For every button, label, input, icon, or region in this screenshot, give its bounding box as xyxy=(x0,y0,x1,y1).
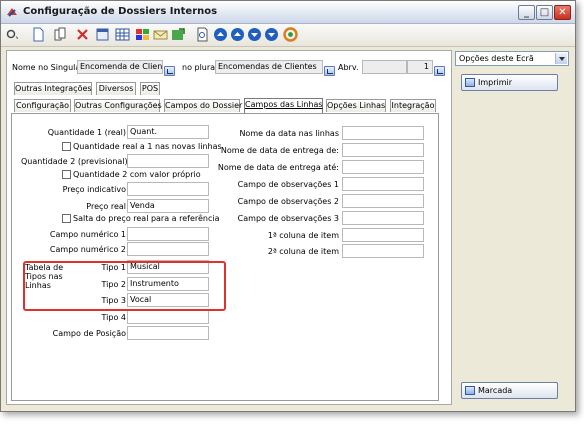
nav-first-icon[interactable] xyxy=(213,27,228,42)
print-preview-icon[interactable] xyxy=(195,27,210,42)
tipo4-field[interactable] xyxy=(127,310,209,324)
right-label-1: Nome da data nas linhas xyxy=(239,129,339,138)
right-label-3: Nome de data de entrega até: xyxy=(217,163,339,172)
abrv-label: Abrv. xyxy=(338,63,359,72)
campo-numerico-1-field[interactable] xyxy=(127,227,209,241)
plural-field[interactable]: Encomendas de Clientes xyxy=(215,60,323,74)
marcada-button[interactable]: Marcada xyxy=(461,382,558,399)
tab-outras-integracoes[interactable]: Outras Integrações xyxy=(14,82,92,95)
right-field-7[interactable] xyxy=(342,228,424,242)
tab-campos-dossier[interactable]: Campos do Dossier xyxy=(164,99,242,112)
minimize-icon: _ xyxy=(524,7,529,18)
options-select[interactable]: Opções deste Ecrã xyxy=(455,51,569,66)
qtd2-checkbox[interactable] xyxy=(62,170,71,179)
campo-numerico-2-field[interactable] xyxy=(127,242,209,256)
nav-prev-icon[interactable] xyxy=(230,27,245,42)
plural-label: no plural xyxy=(182,63,218,72)
posicao-label: Campo de Posição xyxy=(52,329,126,338)
new-doc-icon[interactable] xyxy=(31,27,46,42)
highlight-box xyxy=(23,261,226,311)
refresh-icon[interactable] xyxy=(283,27,298,42)
number-lookup-button[interactable] xyxy=(434,66,445,76)
properties-icon[interactable] xyxy=(95,27,110,42)
qtd1-field[interactable]: Quant. xyxy=(127,125,209,139)
preco-real-label: Preço real xyxy=(86,202,126,211)
right-field-2[interactable] xyxy=(342,143,424,157)
preco-real-field[interactable]: Venda xyxy=(127,199,209,213)
window-title: Configuração de Dossiers Internos xyxy=(23,6,218,17)
preco-indicativo-label: Preço indicativo xyxy=(62,185,126,194)
right-field-4[interactable] xyxy=(342,177,424,191)
right-field-6[interactable] xyxy=(342,211,424,225)
window: Configuração de Dossiers Internos _ □ ✕ … xyxy=(0,0,576,412)
abrv-field[interactable] xyxy=(362,60,407,74)
right-field-8[interactable] xyxy=(342,244,424,258)
tab-opcoes-linhas[interactable]: Opções Linhas xyxy=(326,99,386,112)
campo-numerico-1-label: Campo numérico 1 xyxy=(49,230,126,239)
print-icon xyxy=(465,78,475,87)
number-field[interactable]: 1 xyxy=(407,60,433,74)
right-label-6: Campo de observações 3 xyxy=(237,214,339,223)
preco-indicativo-field[interactable] xyxy=(127,182,209,196)
right-label-5: Campo de observações 2 xyxy=(237,197,339,206)
tools-icon[interactable] xyxy=(5,27,20,42)
right-label-8: 2ª coluna de item xyxy=(267,247,339,256)
right-label-4: Campo de observações 1 xyxy=(237,180,339,189)
salta-checkbox-label: Salta do preço real para a referência xyxy=(73,214,220,223)
right-label-2: Nome de data de entrega de: xyxy=(220,146,339,155)
plural-lookup-button[interactable] xyxy=(324,66,335,76)
qtd-real-checkbox[interactable] xyxy=(62,142,71,151)
posicao-field[interactable] xyxy=(127,326,209,340)
options-select-value: Opções deste Ecrã xyxy=(459,54,534,63)
chevron-down-icon[interactable] xyxy=(555,53,567,64)
nav-next-icon[interactable] xyxy=(247,27,262,42)
qtd-real-checkbox-label: Quantidade real a 1 nas novas linhas xyxy=(73,142,222,151)
colors-icon[interactable] xyxy=(135,27,150,42)
nav-last-icon[interactable] xyxy=(264,27,279,42)
right-field-5[interactable] xyxy=(342,194,424,208)
print-button-label: Imprimir xyxy=(478,78,513,87)
export-icon[interactable] xyxy=(171,27,186,42)
minimize-button[interactable]: _ xyxy=(518,5,535,20)
singular-field[interactable]: Encomenda de Cliente xyxy=(77,60,163,74)
qtd2-label: Quantidade 2 (previsional) xyxy=(21,157,128,166)
qtd1-label: Quantidade 1 (real) xyxy=(47,128,126,137)
singular-lookup-button[interactable] xyxy=(164,66,175,76)
qtd2-field[interactable] xyxy=(127,154,209,168)
close-button[interactable]: ✕ xyxy=(554,5,571,20)
campo-numerico-2-label: Campo numérico 2 xyxy=(49,245,126,254)
singular-label: Nome no Singular xyxy=(12,63,84,72)
tab-integracao[interactable]: Integração xyxy=(390,99,436,112)
toolbar xyxy=(1,24,575,47)
maximize-button[interactable]: □ xyxy=(536,5,553,20)
tab-outras-configuracoes[interactable]: Outras Configurações xyxy=(74,99,162,112)
marcada-button-label: Marcada xyxy=(478,386,513,395)
side-panel: Opções deste Ecrã Imprimir Marcada xyxy=(455,50,573,405)
close-icon: ✕ xyxy=(558,7,567,18)
tab-diversos[interactable]: Diversos xyxy=(96,82,136,95)
tab-configuracao[interactable]: Configuração xyxy=(14,99,71,112)
salta-checkbox[interactable] xyxy=(62,214,71,223)
qtd2-checkbox-label: Quantidade 2 com valor próprio xyxy=(73,170,201,179)
tipo4-label: Tipo 4 xyxy=(101,313,126,322)
marcada-icon xyxy=(465,386,475,395)
copy-doc-icon[interactable] xyxy=(53,27,68,42)
tab-campos-linhas[interactable]: Campos das Linhas xyxy=(244,98,323,113)
grid-icon[interactable] xyxy=(115,27,130,42)
right-label-7: 1ª coluna de item xyxy=(267,231,339,240)
print-button[interactable]: Imprimir xyxy=(461,74,558,91)
maximize-icon: □ xyxy=(539,7,550,18)
right-field-3[interactable] xyxy=(342,160,424,174)
mail-icon[interactable] xyxy=(153,27,168,42)
title-bar: Configuração de Dossiers Internos _ □ ✕ xyxy=(1,1,575,24)
delete-icon[interactable] xyxy=(75,27,90,42)
right-field-1[interactable] xyxy=(342,126,424,140)
tab-pos[interactable]: POS xyxy=(140,82,160,95)
app-icon xyxy=(7,8,17,17)
